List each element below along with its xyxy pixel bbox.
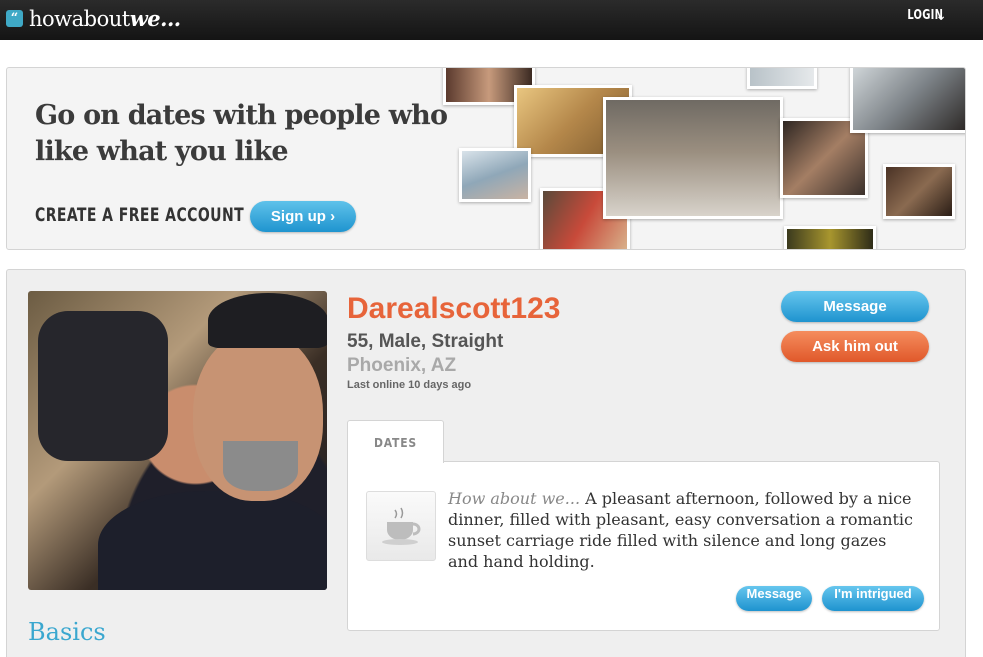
collage-photo (747, 68, 817, 89)
signup-banner: Go on dates with people who like what yo… (6, 67, 966, 250)
logo-wordmark: howaboutwe... (29, 5, 181, 31)
tab-dates[interactable]: DATES (347, 420, 444, 463)
profile-location: Phoenix, AZ (347, 355, 457, 376)
intrigued-button[interactable]: I'm intrigued (822, 586, 924, 611)
signup-button[interactable]: Sign up › (250, 201, 356, 232)
collage-photo (459, 148, 531, 202)
banner-headline: Go on dates with people who like what yo… (35, 100, 448, 167)
photo-chair (38, 311, 168, 461)
profile-username: Darealscott123 (347, 292, 561, 325)
date-lead: How about we... (448, 489, 581, 508)
chevron-down-icon[interactable]: ⌄ (935, 8, 947, 24)
basics-heading: Basics (28, 618, 106, 646)
photo-beard (223, 441, 298, 491)
ask-out-button[interactable]: Ask him out (781, 331, 929, 362)
collage-photo (850, 68, 965, 133)
date-idea-card: How about we... A pleasant afternoon, fo… (347, 461, 940, 631)
profile-demographics: 55, Male, Straight (347, 331, 504, 352)
profile-panel: Darealscott123 55, Male, Straight Phoeni… (6, 269, 966, 657)
collage-photo (603, 97, 783, 219)
quote-logo-icon: “ (6, 9, 23, 27)
coffee-cup-icon (366, 491, 436, 561)
photo-shirt (98, 491, 327, 590)
message-button[interactable]: Message (781, 291, 929, 322)
top-nav-bar: “ howaboutwe... LOGIN ⌄ (0, 0, 983, 40)
photo-cap (208, 293, 327, 348)
collage-photo (784, 226, 876, 249)
last-online-status: Last online 10 days ago (347, 379, 472, 391)
profile-photo[interactable] (28, 291, 327, 590)
date-idea-text: How about we... A pleasant afternoon, fo… (448, 488, 918, 572)
collage-photo (883, 164, 955, 219)
create-account-text: CREATE A FREE ACCOUNT (35, 204, 245, 226)
date-message-button[interactable]: Message (736, 586, 812, 611)
site-logo[interactable]: “ howaboutwe... (6, 5, 181, 31)
